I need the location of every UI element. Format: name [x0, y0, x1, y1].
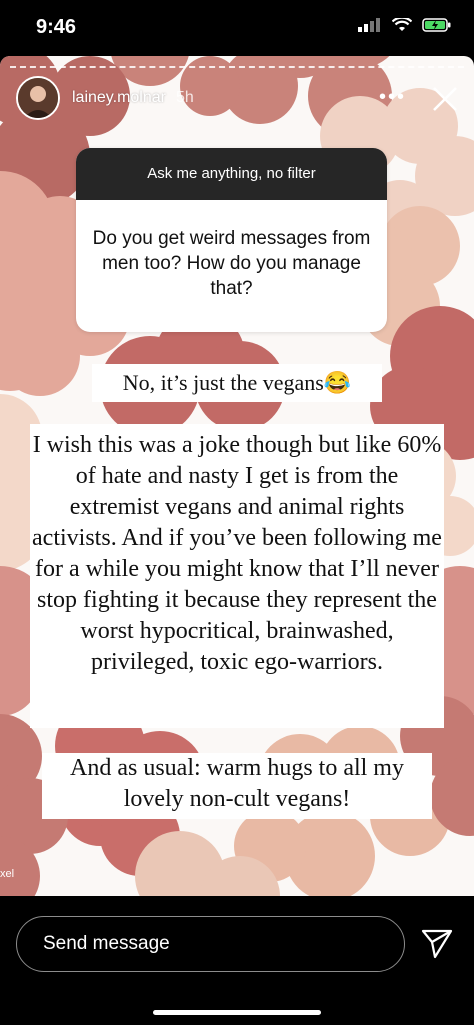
status-time: 9:46 [36, 16, 77, 38]
question-sticker[interactable]: Ask me anything, no filter Do you get we… [76, 148, 387, 332]
home-indicator [153, 1010, 321, 1015]
status-icons [358, 18, 452, 32]
status-bar: 9:46 [0, 0, 474, 56]
cellular-signal-icon [358, 18, 380, 32]
story-header: lainey.molnar 5h [16, 76, 194, 120]
battery-charging-icon [422, 18, 451, 32]
story-view[interactable]: lainey.molnar 5h ••• Ask me anything, no… [0, 56, 474, 896]
avatar-image [18, 78, 58, 118]
story-caption: I wish this was a joke though but like 6… [30, 424, 444, 728]
story-username[interactable]: lainey.molnar [72, 89, 166, 107]
question-sticker-header: Ask me anything, no filter [76, 148, 387, 200]
story-caption: And as usual: warm hugs to all my lovely… [42, 753, 432, 819]
story-time-ago: 5h [175, 89, 194, 106]
more-options-icon[interactable]: ••• [379, 86, 406, 109]
send-icon[interactable] [420, 926, 454, 960]
question-text: Do you get weird messages from men too? … [92, 228, 371, 299]
send-message-input[interactable]: Send message [16, 916, 405, 972]
wifi-icon [392, 18, 412, 31]
close-icon[interactable] [424, 78, 464, 118]
avatar[interactable] [16, 76, 60, 120]
story-caption: No, it’s just the vegans😂 [92, 364, 382, 402]
reply-bar: Send message [0, 896, 474, 1025]
story-progress-bar [10, 66, 464, 68]
watermark: xel [0, 868, 15, 880]
